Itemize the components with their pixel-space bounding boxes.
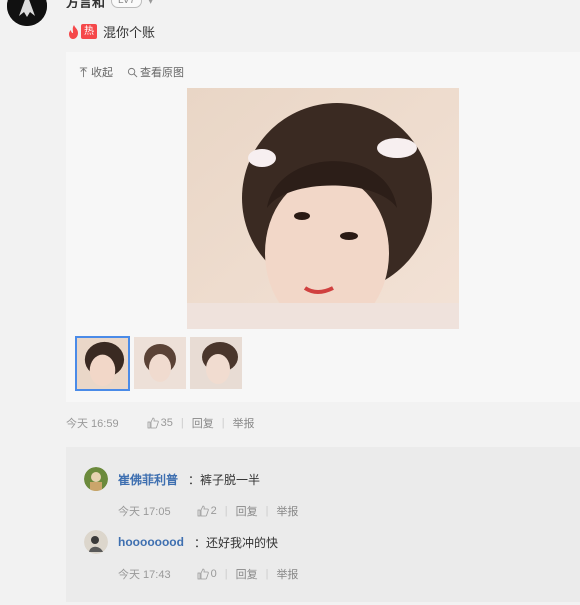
like-count: 35 xyxy=(160,417,173,429)
thumbnail-1[interactable] xyxy=(75,336,130,391)
like-count: 2 xyxy=(210,505,217,517)
reply-username[interactable]: 崔佛菲利普 xyxy=(118,471,178,488)
level-badge: LV7 xyxy=(111,0,143,8)
thumbnail-photo xyxy=(134,337,186,389)
username[interactable]: 方言和 xyxy=(66,0,105,8)
view-original-label: 查看原图 xyxy=(140,67,184,79)
chevron-down-icon[interactable]: ▾ xyxy=(148,0,153,7)
thumbnail-2[interactable] xyxy=(134,337,186,389)
portrait-photo xyxy=(187,88,459,329)
post-time: 今天 16:59 xyxy=(66,418,119,430)
thumbnail-3[interactable] xyxy=(190,337,242,389)
reply-username[interactable]: hoooooood xyxy=(118,535,184,549)
post-content: 热 混你个账 xyxy=(66,22,155,41)
post-text: 混你个账 xyxy=(103,25,156,40)
magnifier-icon xyxy=(127,67,138,77)
like-button[interactable]: 0 xyxy=(197,568,217,580)
assassin-logo-icon xyxy=(7,0,47,26)
divider: | xyxy=(224,505,228,517)
reply-item: hoooooood ：还好我冲的快 今天 17:43 0 | 回复 | 举报 xyxy=(84,530,298,582)
view-original-button[interactable]: 查看原图 xyxy=(127,64,184,80)
username-row: 方言和 LV7 ▾ xyxy=(66,0,153,8)
main-photo[interactable] xyxy=(187,88,459,329)
post-meta: 今天 16:59 35 | 回复 | 举报 xyxy=(66,415,255,431)
divider: | xyxy=(224,568,228,580)
thumbnail-photo xyxy=(77,338,128,389)
report-link[interactable]: 举报 xyxy=(276,503,298,519)
divider: | xyxy=(265,568,269,580)
reply-avatar[interactable] xyxy=(84,530,108,554)
report-link[interactable]: 举报 xyxy=(233,415,255,431)
divider: | xyxy=(180,417,184,429)
avatar-image xyxy=(84,530,108,554)
collapse-label: 收起 xyxy=(91,67,113,79)
reply-link[interactable]: 回复 xyxy=(192,415,214,431)
collapse-arrow-icon xyxy=(79,66,88,77)
replies-panel: 崔佛菲利普 ：裤子脱一半 今天 17:05 2 | 回复 | 举报 hooooo… xyxy=(66,447,580,602)
reply-time: 今天 17:05 xyxy=(118,506,171,518)
thumbs-up-icon xyxy=(197,568,209,580)
reply-link[interactable]: 回复 xyxy=(236,503,258,519)
thumbs-up-icon xyxy=(147,417,159,429)
thumbs-up-icon xyxy=(197,505,209,517)
reply-meta: 今天 17:05 2 | 回复 | 举报 xyxy=(118,503,298,519)
collapse-button[interactable]: 收起 xyxy=(78,64,113,80)
fire-icon xyxy=(69,24,78,39)
reply-avatar[interactable] xyxy=(84,467,108,491)
user-avatar[interactable] xyxy=(7,0,47,26)
divider: | xyxy=(221,417,225,429)
hot-label: 热 xyxy=(81,24,97,39)
media-toolbar: 收起 查看原图 xyxy=(78,64,184,80)
hot-badge: 热 xyxy=(66,24,97,40)
reply-text: ：还好我冲的快 xyxy=(193,535,278,550)
thumbnail-photo xyxy=(190,337,242,389)
reply-time: 今天 17:43 xyxy=(118,569,171,581)
reply-item: 崔佛菲利普 ：裤子脱一半 今天 17:05 2 | 回复 | 举报 xyxy=(84,467,298,519)
like-count: 0 xyxy=(210,568,217,580)
report-link[interactable]: 举报 xyxy=(276,566,298,582)
divider: | xyxy=(265,505,269,517)
media-viewer: 收起 查看原图 xyxy=(66,52,580,402)
like-button[interactable]: 2 xyxy=(197,505,217,517)
reply-text: ：裤子脱一半 xyxy=(188,472,261,487)
reply-link[interactable]: 回复 xyxy=(236,566,258,582)
avatar-image xyxy=(84,467,108,491)
like-button[interactable]: 35 xyxy=(147,417,173,429)
reply-meta: 今天 17:43 0 | 回复 | 举报 xyxy=(118,566,298,582)
thumbnail-strip xyxy=(75,336,242,391)
